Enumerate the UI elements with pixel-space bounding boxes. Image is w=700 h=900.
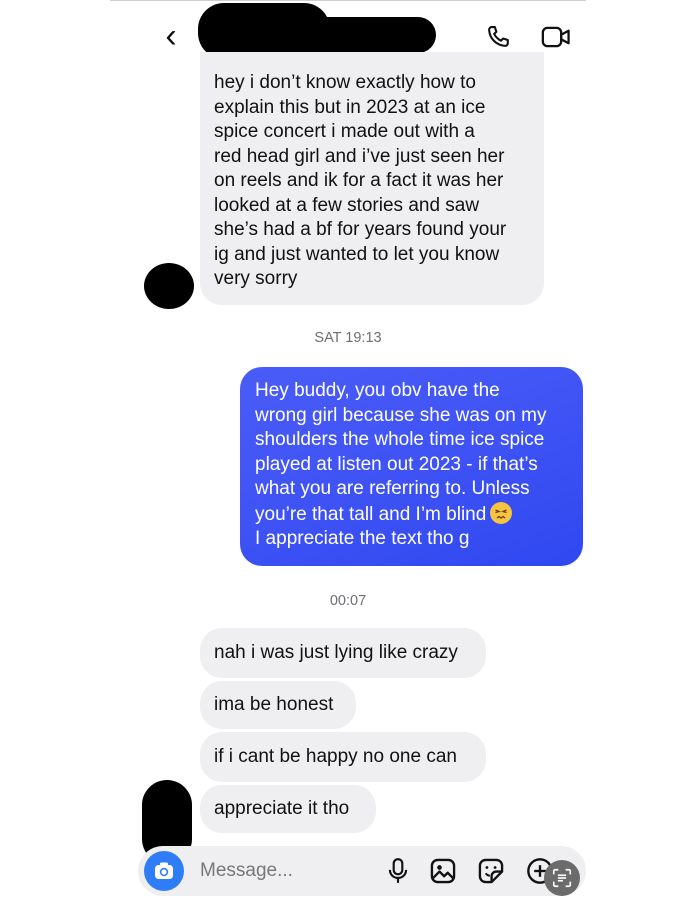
redacted-avatar[interactable] xyxy=(144,263,194,309)
gallery-icon xyxy=(430,858,456,884)
message-line: very sorry xyxy=(214,268,298,289)
incoming-message-bubble[interactable]: nah i was just lying like crazy xyxy=(200,628,486,678)
message-line: she’s had a bf for years found your xyxy=(214,219,507,240)
message-line: explain this but in 2023 at an ice xyxy=(214,96,486,118)
timestamp: SAT 19:13 xyxy=(314,330,382,346)
message-line: spice concert i made out with a xyxy=(214,121,475,142)
sticker-icon xyxy=(478,858,504,884)
sticker-button[interactable] xyxy=(477,857,505,885)
message-line: nah i was just lying like crazy xyxy=(214,642,458,663)
redacted-contact-name-extension xyxy=(260,17,436,53)
scan-text-button[interactable] xyxy=(544,860,580,896)
message-line: played at listen out 2023 - if that’s xyxy=(255,453,538,475)
camera-button[interactable] xyxy=(144,851,184,891)
call-button[interactable] xyxy=(482,21,514,53)
incoming-message-bubble[interactable]: ima be honest xyxy=(200,681,356,729)
message-input-placeholder[interactable]: Message... xyxy=(200,860,293,882)
message-line: what you are referring to. Unless xyxy=(255,478,530,499)
video-call-button[interactable] xyxy=(540,21,572,53)
back-button[interactable]: ‹ xyxy=(158,19,184,53)
message-line: ima be honest xyxy=(214,694,334,715)
message-line: red head girl and i’ve just seen her xyxy=(214,145,505,167)
message-line: looked at a few stories and saw xyxy=(214,194,480,216)
message-line: I appreciate the text tho g xyxy=(255,528,470,549)
message-line: appreciate it tho xyxy=(214,798,350,819)
phone-icon xyxy=(488,26,509,47)
timestamp: 00:07 xyxy=(329,593,367,609)
gallery-button[interactable] xyxy=(429,857,457,885)
message-line: hey i don’t know exactly how to xyxy=(214,72,476,93)
voice-message-button[interactable] xyxy=(384,857,412,885)
back-chevron-icon: ‹ xyxy=(165,17,177,55)
message-line: on reels and ik for a fact it was her xyxy=(214,170,504,191)
message-line-with-emoji: you’re that tall and I’m blind xyxy=(255,501,583,528)
video-call-icon xyxy=(541,26,570,48)
outgoing-message-bubble[interactable]: Hey buddy, you obv have the wrong girl b… xyxy=(240,367,583,566)
message-line: if i cant be happy no one can xyxy=(214,746,457,767)
persevering-face-emoji xyxy=(490,501,513,524)
message-line-text: you’re that tall and I’m blind xyxy=(255,503,487,525)
microphone-icon xyxy=(388,858,408,883)
scan-text-icon xyxy=(552,868,572,888)
message-line: wrong girl because she was on my xyxy=(255,404,547,426)
incoming-message-bubble[interactable]: if i cant be happy no one can xyxy=(200,732,486,782)
incoming-message-bubble[interactable]: appreciate it tho xyxy=(200,785,376,833)
message-line: shoulders the whole time ice spice xyxy=(255,429,545,450)
chat-screen: ‹ hey i don’t know exactly how to explai… xyxy=(110,0,586,900)
message-line: Hey buddy, you obv have the xyxy=(255,380,500,401)
incoming-message-bubble[interactable]: hey i don’t know exactly how to explain … xyxy=(200,52,544,305)
message-composer[interactable]: Message... xyxy=(138,846,586,896)
camera-icon xyxy=(155,862,173,879)
message-line: ig and just wanted to let you know xyxy=(214,243,500,265)
